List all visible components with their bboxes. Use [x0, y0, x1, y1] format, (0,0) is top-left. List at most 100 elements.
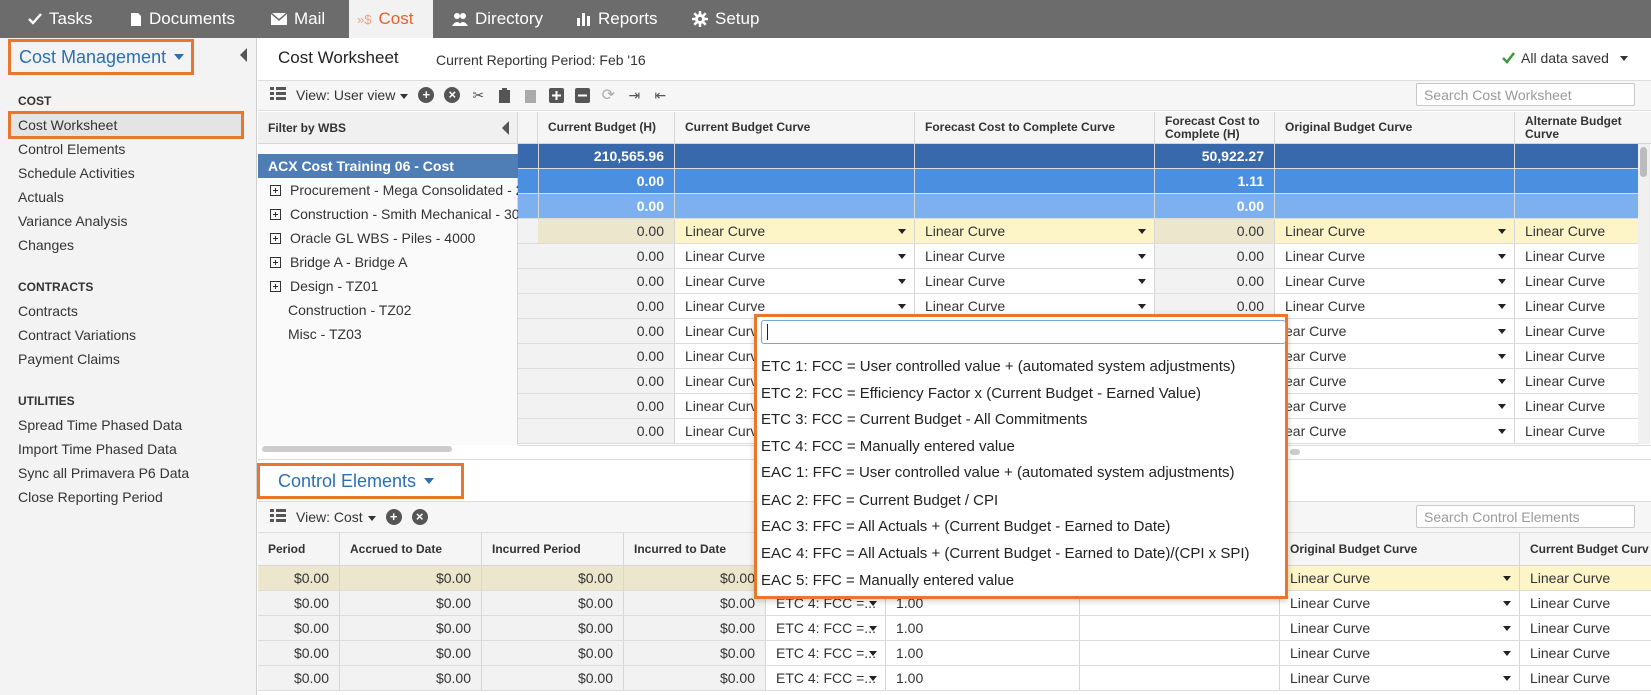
cell-fcc-curve[interactable]: Linear Curve [915, 244, 1155, 268]
cell-incurred-to-date[interactable]: $0.00 [624, 591, 766, 615]
col-header-fcc[interactable]: Forecast Cost to Complete (H) [1155, 112, 1275, 143]
worksheet-hscroll-thumb[interactable] [1290, 449, 1300, 455]
sidebar-item-payment-claims[interactable]: Payment Claims [18, 351, 120, 367]
cell-current-budget[interactable]: 0.00 [538, 294, 675, 318]
cell-original-budget-curve[interactable]: Linear Curve [1280, 591, 1520, 615]
table-row[interactable]: $0.00 $0.00 $0.00 $0.00 ETC 4: FCC =... 1.00 L… [258, 616, 1651, 641]
cell-current-budget-curve[interactable]: Linear Curve [1520, 591, 1651, 615]
cell-original-budget-curve[interactable]: ear Curve [1275, 344, 1515, 368]
cell-current-budget-curve[interactable]: Linear Curve [675, 219, 915, 243]
dropdown-option[interactable]: ETC 3: FCC = Current Budget - All Commit… [761, 411, 1087, 428]
paste-special-icon[interactable] [522, 87, 538, 103]
expand-icon[interactable] [548, 87, 564, 103]
cell-current-budget[interactable]: 0.00 [538, 344, 675, 368]
cell-alternate-budget-curve[interactable]: Linear Curve [1515, 419, 1651, 443]
tab-documents[interactable]: Documents [130, 0, 235, 38]
sidebar-item-actuals[interactable]: Actuals [18, 189, 64, 205]
col-header-accrued-to-date[interactable]: Accrued to Date [340, 533, 482, 565]
dropdown-search-input[interactable] [761, 320, 1286, 344]
cell-accrued-to-date[interactable]: $0.00 [340, 641, 482, 665]
wbs-item[interactable]: Construction - Smith Mechanical - 30 [270, 206, 520, 222]
cell-current-budget-curve[interactable]: Linear Curve [1520, 616, 1651, 640]
dropdown-option[interactable]: EAC 3: FFC = All Actuals + (Current Budg… [761, 518, 1170, 535]
col-header-current-budget-curve[interactable]: Current Budget Curve [675, 112, 915, 143]
dropdown-option[interactable]: ETC 2: FCC = Efficiency Factor x (Curren… [761, 385, 1201, 402]
expand-node-icon[interactable] [270, 208, 281, 220]
cell-original-budget-curve[interactable]: Linear Curve [1275, 219, 1515, 243]
cell-incurred-to-date[interactable]: $0.00 [624, 641, 766, 665]
cell-accrued-to-date[interactable]: $0.00 [340, 616, 482, 640]
cell-original-budget-curve[interactable]: ear Curve [1275, 369, 1515, 393]
remove-icon[interactable]: × [411, 509, 428, 525]
table-row[interactable]: 0.00 Linear Curve Linear Curve 0.00 Linear C… [518, 219, 1638, 244]
sidebar-item-spread-time-phased-data[interactable]: Spread Time Phased Data [18, 417, 182, 433]
cell-period[interactable]: $0.00 [258, 641, 340, 665]
cell-accrued-to-date[interactable]: $0.00 [340, 666, 482, 690]
cell-current-budget[interactable]: 0.00 [538, 269, 675, 293]
cell-original-budget-curve[interactable]: Linear Curve [1275, 244, 1515, 268]
expand-node-icon[interactable] [270, 280, 281, 292]
sidebar-item-control-elements[interactable]: Control Elements [18, 141, 125, 157]
sidebar-item-contracts[interactable]: Contracts [18, 303, 78, 319]
wbs-scrollbar[interactable] [262, 446, 452, 452]
cell-current-budget-curve[interactable]: Linear Curve [1520, 566, 1651, 590]
worksheet-vscroll-thumb[interactable] [1640, 147, 1647, 177]
wbs-item[interactable]: Bridge A - Bridge A [270, 254, 408, 270]
cell-fcc[interactable]: 0.00 [1155, 244, 1275, 268]
expand-node-icon[interactable] [270, 184, 281, 196]
cell-alternate-budget-curve[interactable]: Linear Curve [1515, 244, 1651, 268]
col-header-current-budget-curve[interactable]: Current Budget Curv [1520, 533, 1651, 565]
cell-period[interactable]: $0.00 [258, 591, 340, 615]
col-header-incurred-to-date[interactable]: Incurred to Date [624, 533, 766, 565]
tab-setup[interactable]: Setup [692, 0, 759, 38]
cell-alternate-budget-curve[interactable]: Linear Curve [1515, 294, 1651, 318]
table-row[interactable]: 0.00 Linear Curve Linear Curve 0.00 Linear C… [518, 244, 1638, 269]
summary-row[interactable]: 0.00 1.11 [518, 169, 1638, 194]
cell-fcc[interactable]: 0.00 [1155, 269, 1275, 293]
sidebar-item-contract-variations[interactable]: Contract Variations [18, 327, 136, 343]
save-status[interactable]: All data saved [1502, 50, 1628, 66]
tab-reports[interactable]: Reports [577, 0, 658, 38]
expand-node-icon[interactable] [270, 232, 281, 244]
cell-current-budget-curve[interactable]: Linear Curve [1520, 641, 1651, 665]
expand-node-icon[interactable] [270, 256, 281, 268]
col-header-original-budget-curve[interactable]: Original Budget Curve [1280, 533, 1520, 565]
cell-current-budget[interactable]: 0.00 [538, 219, 675, 243]
remove-icon[interactable]: × [444, 87, 461, 103]
dropdown-option[interactable]: EAC 4: FFC = All Actuals + (Current Budg… [761, 545, 1250, 562]
dropdown-option[interactable]: EAC 2: FFC = Current Budget / CPI [761, 492, 998, 509]
collapse-icon[interactable] [574, 87, 590, 103]
sidebar-item-cost-worksheet[interactable]: Cost Worksheet [18, 117, 117, 133]
sidebar-item-changes[interactable]: Changes [18, 237, 74, 253]
add-icon[interactable]: + [385, 509, 402, 525]
cell-original-budget-curve[interactable]: ear Curve [1275, 319, 1515, 343]
cell-current-budget[interactable]: 0.00 [538, 319, 675, 343]
import-icon[interactable]: ⇥ [626, 87, 642, 103]
cell-original-budget-curve[interactable]: ear Curve [1275, 419, 1515, 443]
cut-icon[interactable]: ✂ [470, 87, 486, 103]
cell-alternate-budget-curve[interactable]: Linear Curve [1515, 344, 1651, 368]
cell-incurred-period[interactable]: $0.00 [482, 591, 624, 615]
cell-current-budget-curve[interactable]: Linear Curve [675, 269, 915, 293]
cell-fcc-curve[interactable]: Linear Curve [915, 219, 1155, 243]
table-row[interactable]: $0.00 $0.00 $0.00 $0.00 ETC 4: FCC =... 1.00 L… [258, 666, 1651, 691]
search-control-elements-input[interactable]: Search Control Elements [1416, 505, 1635, 528]
cell-factor[interactable]: 1.00 [886, 666, 1080, 690]
cell-current-budget[interactable]: 0.00 [538, 419, 675, 443]
cell-incurred-to-date[interactable]: $0.00 [624, 566, 766, 590]
dropdown-option[interactable]: ETC 1: FCC = User controlled value + (au… [761, 358, 1235, 375]
col-header-fcc-curve[interactable]: Forecast Cost to Complete Curve [915, 112, 1155, 143]
dropdown-option[interactable]: ETC 4: FCC = Manually entered value [761, 438, 1015, 455]
cell-period[interactable]: $0.00 [258, 666, 340, 690]
cell-original-budget-curve[interactable]: Linear Curve [1275, 294, 1515, 318]
col-header-original-budget-curve[interactable]: Original Budget Curve [1275, 112, 1515, 143]
cell-original-budget-curve[interactable]: Linear Curve [1280, 616, 1520, 640]
module-selector[interactable]: Cost Management [8, 39, 194, 75]
cell-forecast-method[interactable]: ETC 4: FCC =... [766, 666, 886, 690]
cell-incurred-period[interactable]: $0.00 [482, 641, 624, 665]
cell-alternate-budget-curve[interactable]: Linear Curve [1515, 319, 1651, 343]
wbs-item[interactable]: Procurement - Mega Consolidated - 2 [270, 182, 523, 198]
cell-alternate-budget-curve[interactable]: Linear Curve [1515, 369, 1651, 393]
sidebar-item-close-reporting-period[interactable]: Close Reporting Period [18, 489, 163, 505]
cell-accrued-to-date[interactable]: $0.00 [340, 566, 482, 590]
